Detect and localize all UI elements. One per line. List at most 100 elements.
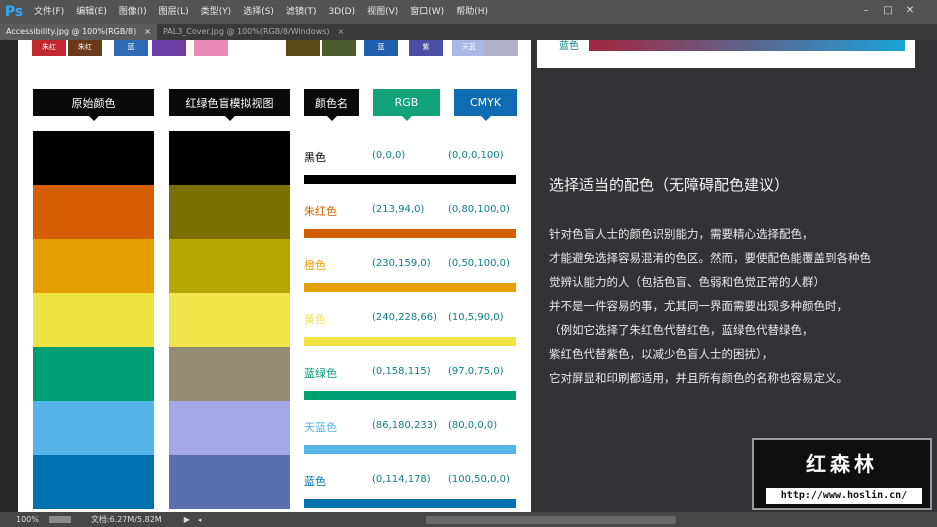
horizontal-scrollbar[interactable] [426, 515, 677, 524]
top-swatch: 蓝 [114, 40, 148, 56]
simulated-color-block [169, 401, 290, 455]
status-bar: 100% 文档:6.27M/5.82M ▶ ◂ [0, 512, 937, 527]
color-bar [304, 337, 516, 346]
cmyk-value: (10,5,90,0) [448, 312, 504, 323]
original-color-block [33, 185, 154, 239]
original-color-block [33, 293, 154, 347]
simulated-color-block [169, 347, 290, 401]
rgb-value: (213,94,0) [372, 204, 425, 215]
header-original-color: 原始颜色 [33, 89, 154, 121]
tab-accessibility[interactable]: Accessibility.jpg @ 100%(RGB/8) × [0, 24, 157, 40]
simulated-color-block [169, 293, 290, 347]
color-name-label: 黑色 [304, 151, 326, 164]
article-line: 觉辨认能力的人（包括色盲、色弱和色觉正常的人群） [549, 275, 825, 289]
status-arrow-icon[interactable]: ▶ [184, 515, 190, 524]
color-bar [304, 175, 516, 184]
top-swatch [286, 40, 320, 56]
tab-label: PAL3_Cover.jpg @ 100%(RGB/8/Windows) [162, 27, 330, 36]
menu-item[interactable]: 3D(D) [322, 0, 361, 24]
article-line: 针对色盲人士的颜色识别能力，需要精心选择配色， [549, 227, 814, 241]
cmyk-value: (100,50,0,0) [448, 474, 510, 485]
status-thumb-icon [48, 516, 71, 523]
menu-item[interactable]: 编辑(E) [70, 0, 113, 24]
color-bar [304, 391, 516, 400]
watermark-logo: 红森林 http://www.hoslin.cn/ [752, 438, 932, 510]
close-button[interactable]: ✕ [902, 3, 918, 19]
right-gradient-bar [589, 40, 905, 51]
cmyk-value: (80,0,0,0) [448, 420, 498, 431]
top-swatch: 朱红 [68, 40, 102, 56]
top-swatch: 紫 [409, 40, 443, 56]
menu-bar: Ps 文件(F) 编辑(E) 图像(I) 图层(L) 类型(Y) 选择(S) 滤镜(T) 3D… [0, 0, 937, 24]
rgb-value: (240,228,66) [372, 312, 438, 323]
simulated-color-block [169, 131, 290, 185]
watermark-title: 红森林 [806, 452, 878, 476]
rgb-value: (0,0,0) [372, 150, 406, 161]
zoom-level[interactable]: 100% [16, 515, 39, 524]
menu-item[interactable]: 滤镜(T) [280, 0, 323, 24]
document-canvas-right[interactable]: 蓝色 [537, 40, 915, 68]
article-title: 选择适当的配色（无障碍配色建议） [549, 176, 790, 194]
color-bar [304, 283, 516, 292]
top-swatch [194, 40, 228, 56]
original-color-block [33, 239, 154, 293]
top-swatch [152, 40, 186, 56]
maximize-button[interactable]: □ [880, 3, 896, 19]
simulated-color-block [169, 455, 290, 509]
article-line: （例如它选择了朱红色代替红色，蓝绿色代替绿色， [549, 323, 814, 337]
menu-item[interactable]: 类型(Y) [195, 0, 238, 24]
menu-item[interactable]: 帮助(H) [450, 0, 494, 24]
rgb-value: (0,158,115) [372, 366, 431, 377]
color-name-label: 朱红色 [304, 205, 337, 218]
article-line: 并不是一件容易的事，尤其同一界面需要出现多种颜色时， [549, 299, 848, 313]
color-name-label: 蓝色 [304, 475, 326, 488]
header-rgb: RGB [373, 89, 440, 121]
color-name-label: 黄色 [304, 313, 326, 326]
top-swatch [484, 40, 518, 56]
cmyk-value: (0,0,0,100) [448, 150, 504, 161]
top-swatch: 蓝 [364, 40, 398, 56]
simulated-color-block [169, 185, 290, 239]
color-name-label: 天蓝色 [304, 421, 337, 434]
document-tab-bar: Accessibility.jpg @ 100%(RGB/8) × PAL3_C… [0, 24, 937, 40]
scroll-left-icon[interactable]: ◂ [198, 516, 202, 524]
right-blue-label: 蓝色 [559, 41, 579, 52]
photoshop-logo: Ps [4, 4, 24, 20]
header-color-name: 颜色名 [304, 89, 359, 121]
article-line: 紫红色代替紫色，以减少色盲人士的困扰）， [549, 347, 774, 361]
document-canvas[interactable]: 朱红 朱红蓝蓝紫天蓝 原始颜色 红绿色盲模拟视图 颜色名 RGB CMYK 黑色(… [18, 40, 531, 512]
cmyk-value: (0,50,100,0) [448, 258, 510, 269]
menu-item[interactable]: 图层(L) [153, 0, 195, 24]
top-swatch: 天蓝 [452, 40, 486, 56]
header-cmyk: CMYK [454, 89, 517, 121]
simulated-color-block [169, 239, 290, 293]
tab-close-icon[interactable]: × [144, 24, 151, 40]
original-color-block [33, 131, 154, 185]
menu-item[interactable]: 文件(F) [28, 0, 70, 24]
tab-close-icon[interactable]: × [338, 24, 345, 40]
tab-pal3-cover[interactable]: PAL3_Cover.jpg @ 100%(RGB/8/Windows) × [157, 24, 350, 40]
cmyk-value: (97,0,75,0) [448, 366, 504, 377]
rgb-value: (230,159,0) [372, 258, 431, 269]
original-color-block [33, 401, 154, 455]
top-swatch: 朱红 [32, 40, 66, 56]
minimize-button[interactable]: – [858, 3, 874, 19]
color-bar [304, 229, 516, 238]
color-bar [304, 445, 516, 454]
cmyk-value: (0,80,100,0) [448, 204, 510, 215]
menu-item[interactable]: 窗口(W) [404, 0, 450, 24]
menu-item[interactable]: 图像(I) [113, 0, 153, 24]
menu-item[interactable]: 选择(S) [237, 0, 280, 24]
color-name-label: 橙色 [304, 259, 326, 272]
color-name-label: 蓝绿色 [304, 367, 337, 380]
article-line: 它对屏显和印刷都适用，并且所有颜色的名称也容易定义。 [549, 371, 848, 385]
article-line: 才能避免选择容易混淆的色区。然而，要使配色能覆盖到各种色 [549, 251, 871, 265]
watermark-url: http://www.hoslin.cn/ [766, 488, 922, 504]
original-color-block [33, 455, 154, 509]
menu-item[interactable]: 视图(V) [361, 0, 404, 24]
rgb-value: (0,114,178) [372, 474, 431, 485]
tab-label: Accessibility.jpg @ 100%(RGB/8) [6, 27, 137, 36]
color-bar [304, 499, 516, 508]
header-simulated-view: 红绿色盲模拟视图 [169, 89, 290, 121]
rgb-value: (86,180,233) [372, 420, 438, 431]
